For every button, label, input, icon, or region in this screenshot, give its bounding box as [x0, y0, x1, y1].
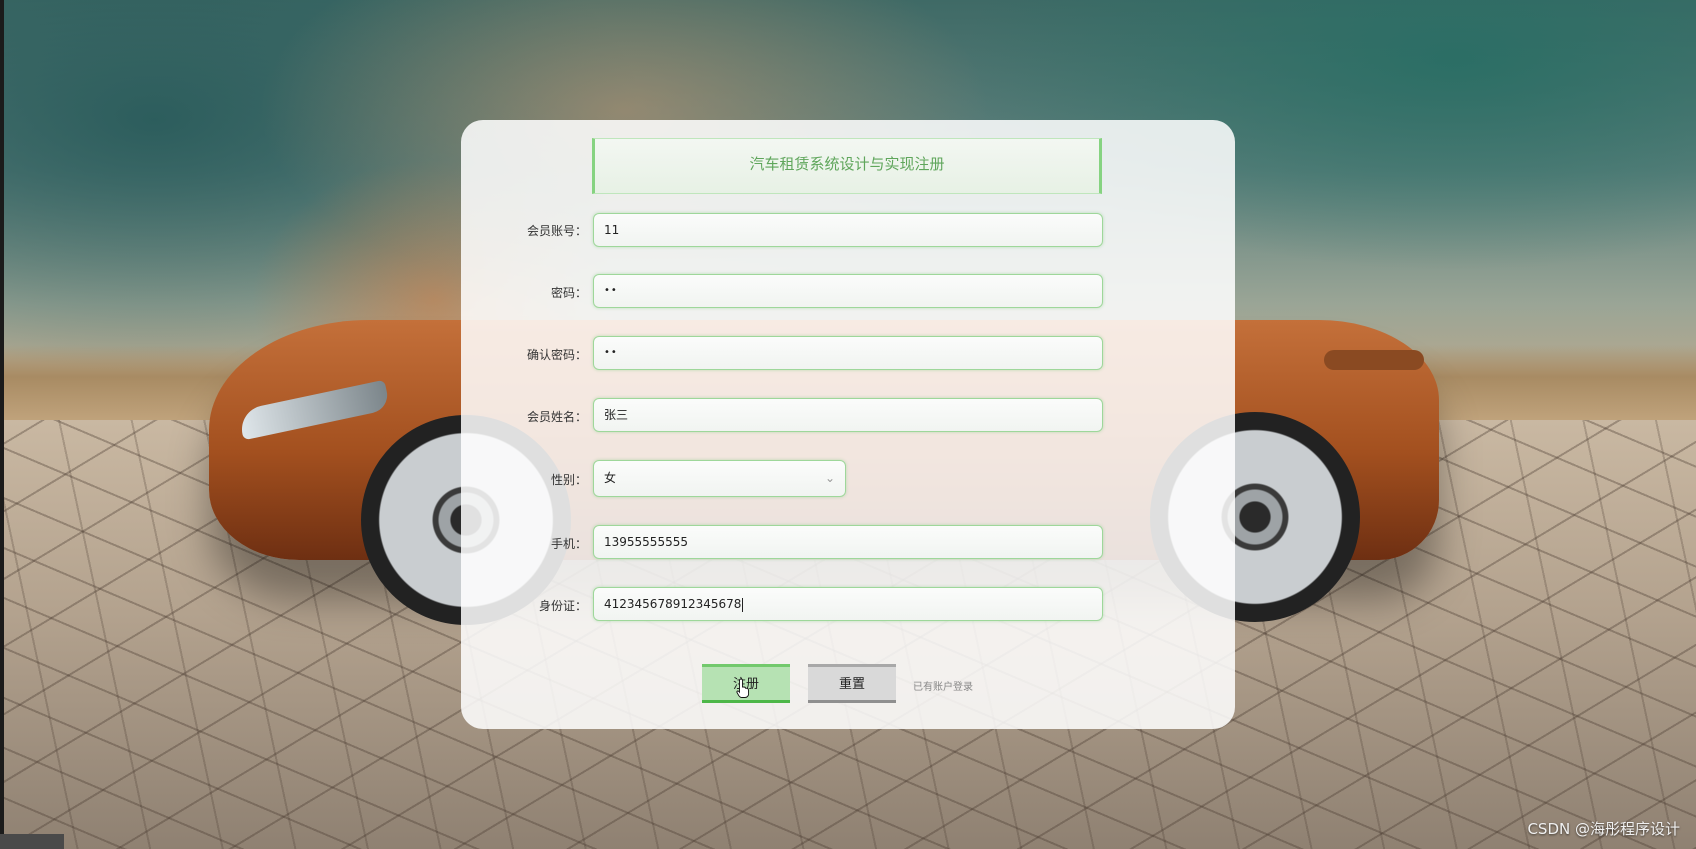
login-link[interactable]: 已有账户登录	[913, 678, 973, 693]
phone-input[interactable]: 13955555555	[593, 525, 1103, 559]
gender-select-value: 女	[604, 471, 617, 485]
phone-label: 手机：	[550, 537, 587, 551]
account-input[interactable]: 11	[593, 213, 1103, 247]
password-input[interactable]: ••	[593, 274, 1103, 308]
confirm-password-label: 确认密码：	[526, 348, 587, 362]
gender-label: 性别：	[550, 473, 587, 487]
background-car-spoiler	[1324, 350, 1424, 370]
gender-select[interactable]: 女 ⌄	[593, 460, 846, 497]
id-card-label: 身份证：	[538, 599, 587, 613]
id-card-value: 412345678912345678	[604, 597, 742, 611]
hand-cursor-icon	[736, 678, 750, 698]
chevron-down-icon: ⌄	[824, 471, 835, 485]
form-title: 汽车租赁系统设计与实现注册	[592, 138, 1102, 194]
confirm-password-input[interactable]: ••	[593, 336, 1103, 370]
text-caret	[742, 597, 744, 612]
taskbar-corner	[0, 834, 64, 849]
password-label: 密码：	[550, 286, 587, 300]
reset-button[interactable]: 重置	[808, 664, 896, 703]
registration-screen: 汽车租赁系统设计与实现注册 会员账号： 11 密码： •• 确认密码： •• 会…	[0, 0, 1696, 849]
account-label: 会员账号：	[526, 224, 587, 238]
member-name-input[interactable]: 张三	[593, 398, 1103, 432]
id-card-input[interactable]: 412345678912345678	[593, 587, 1103, 621]
watermark: CSDN @海彤程序设计	[1527, 820, 1680, 838]
member-name-label: 会员姓名：	[526, 410, 587, 424]
